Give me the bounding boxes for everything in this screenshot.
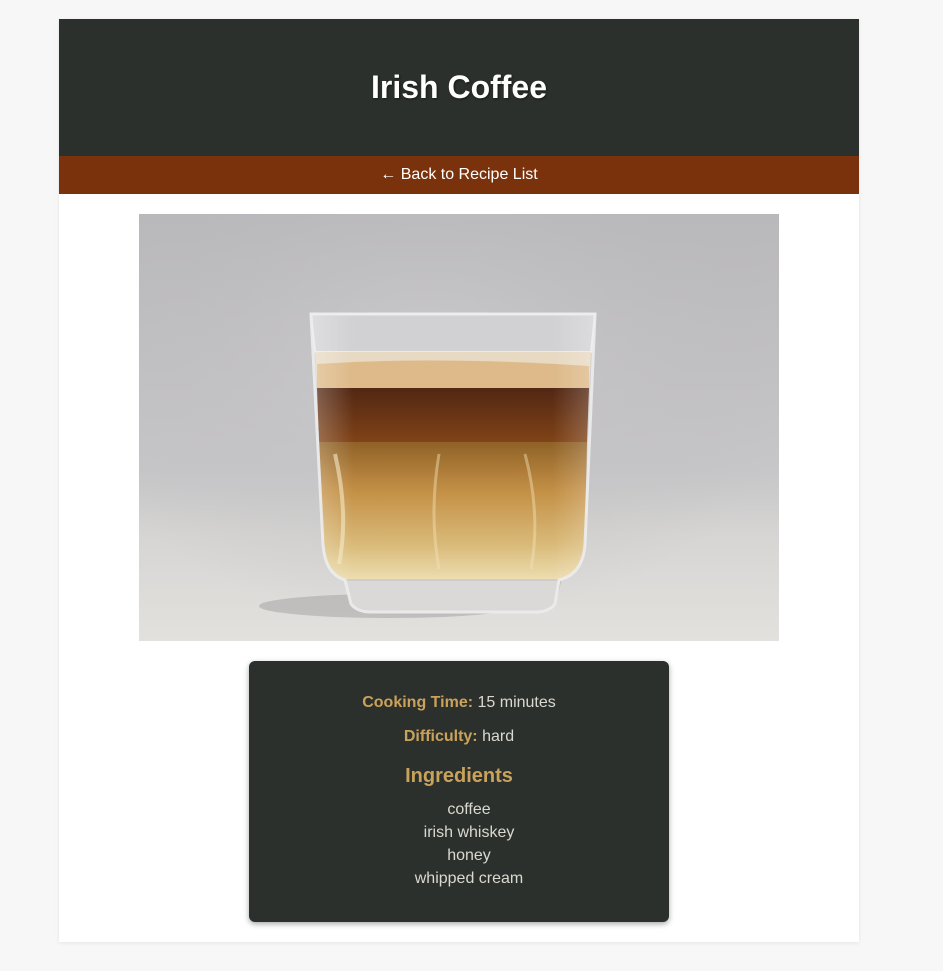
cooking-time-label: Cooking Time: [362, 694, 474, 711]
ingredients-heading: Ingredients [405, 765, 513, 787]
ingredient-item: coffee [447, 801, 491, 818]
difficulty: Difficulty: hard [249, 728, 669, 746]
recipe-photo [139, 214, 779, 641]
page-title: Irish Coffee [370, 69, 548, 105]
difficulty-label: Difficulty: [403, 728, 478, 745]
ingredient-item: honey [447, 847, 491, 864]
cooking-time: Cooking Time: 15 minutes [249, 694, 669, 712]
nav-bar: ← Back to Recipe List [59, 156, 859, 194]
recipe-header: Irish Coffee [59, 19, 859, 156]
recipe-page: Irish Coffee ← Back to Recipe List Cooki… [59, 19, 859, 942]
difficulty-value: hard [482, 728, 515, 745]
ingredients-list: coffee irish whiskey honey whipped cream [249, 798, 669, 890]
ingredient-item: irish whiskey [423, 824, 515, 841]
cooking-time-value: 15 minutes [477, 694, 556, 711]
ingredient-item: whipped cream [414, 870, 524, 887]
back-to-list-link[interactable]: ← Back to Recipe List [380, 166, 537, 184]
recipe-info-card: Cooking Time: 15 minutes Difficulty: har… [249, 661, 669, 922]
